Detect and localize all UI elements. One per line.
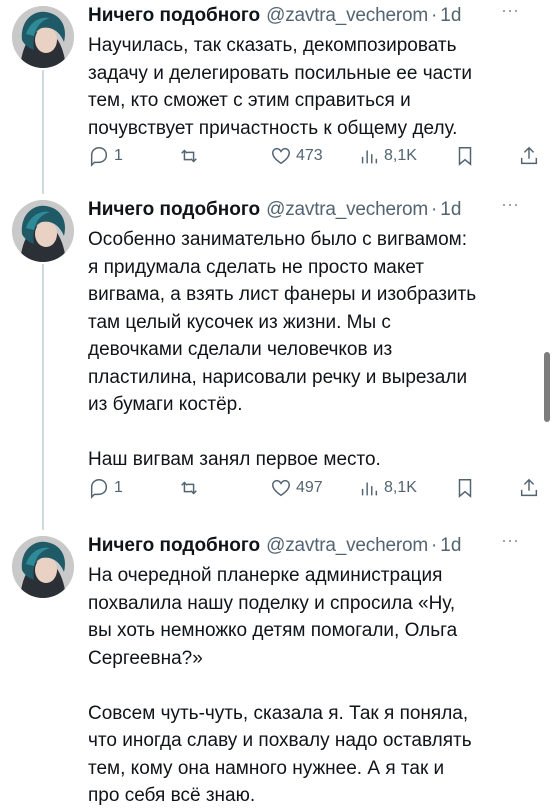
action-bar: 1 473 8,1K xyxy=(88,144,544,168)
like-count: 473 xyxy=(296,147,323,164)
share-icon xyxy=(520,146,538,165)
tweet-text: Особенно занимательно было с вигвамом: я… xyxy=(88,229,477,470)
display-name[interactable]: Ничего подобного xyxy=(88,198,260,222)
separator-dot: · xyxy=(430,5,438,26)
user-handle[interactable]: @zavtra_vecherom xyxy=(266,198,428,222)
like-count: 497 xyxy=(296,479,323,496)
user-handle[interactable]: @zavtra_vecherom xyxy=(266,4,428,28)
separator-dot: · xyxy=(430,535,438,556)
timestamp[interactable]: 1d xyxy=(440,198,461,222)
retweet-icon xyxy=(181,149,197,163)
retweet-button[interactable] xyxy=(178,476,204,500)
views-button[interactable]: 8,1K xyxy=(358,476,417,500)
action-bar: 1 497 8,1K xyxy=(88,476,544,500)
more-icon[interactable]: ··· xyxy=(496,195,524,216)
share-button[interactable] xyxy=(518,476,540,500)
more-icon[interactable]: ··· xyxy=(496,1,524,22)
avatar[interactable] xyxy=(12,200,74,262)
more-icon[interactable]: ··· xyxy=(496,531,524,552)
bookmark-button[interactable] xyxy=(454,144,476,168)
like-button[interactable]: 497 xyxy=(270,476,323,500)
timestamp[interactable]: 1d xyxy=(440,534,461,558)
views-count: 8,1K xyxy=(384,479,417,496)
retweet-icon xyxy=(181,481,197,495)
thread-line xyxy=(42,264,44,530)
views-button[interactable]: 8,1K xyxy=(358,144,417,168)
bookmark-button[interactable] xyxy=(454,476,476,500)
timestamp[interactable]: 1d xyxy=(440,4,461,28)
tweet-text: Научилась, так сказать, декомпозировать … xyxy=(88,35,472,139)
user-handle[interactable]: @zavtra_vecherom xyxy=(266,534,428,558)
views-icon xyxy=(361,482,378,496)
reply-count: 1 xyxy=(114,479,123,496)
separator-dot: · xyxy=(430,199,438,220)
display-name[interactable]: Ничего подобного xyxy=(88,534,260,558)
reply-button[interactable]: 1 xyxy=(88,476,123,500)
reply-icon xyxy=(90,479,108,499)
scrollbar[interactable] xyxy=(544,352,550,422)
views-count: 8,1K xyxy=(384,147,417,164)
share-button[interactable] xyxy=(518,144,540,168)
display-name[interactable]: Ничего подобного xyxy=(88,4,260,28)
tweet-text: На очередной планерке администрация похв… xyxy=(88,565,472,806)
share-icon xyxy=(520,478,538,497)
reply-icon xyxy=(90,147,108,167)
avatar[interactable] xyxy=(12,6,74,68)
bookmark-icon xyxy=(458,479,472,498)
like-button[interactable]: 473 xyxy=(270,144,323,168)
reply-button[interactable]: 1 xyxy=(88,144,123,168)
reply-count: 1 xyxy=(114,147,123,164)
like-icon xyxy=(272,147,290,165)
views-icon xyxy=(361,150,378,164)
thread-line xyxy=(42,70,44,194)
retweet-button[interactable] xyxy=(178,144,204,168)
avatar[interactable] xyxy=(12,536,74,598)
bookmark-icon xyxy=(458,147,472,166)
like-icon xyxy=(272,479,290,497)
